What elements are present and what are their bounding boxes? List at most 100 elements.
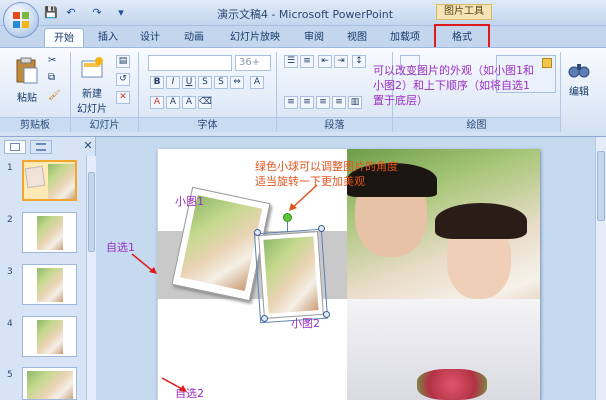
office-button[interactable] xyxy=(3,2,39,38)
annotation-line: 置于底层） xyxy=(373,94,428,107)
tab-view[interactable]: 视图 xyxy=(341,28,373,47)
annotation-line: 小图2）和上下顺序（如将自选1 xyxy=(373,79,530,92)
bold-icon[interactable]: B xyxy=(150,76,164,89)
numbering-icon[interactable]: ≡ xyxy=(300,55,314,68)
undo-icon[interactable]: ↶ xyxy=(64,6,78,20)
slide-canvas[interactable]: 绿色小球可以调整图片的角度 适当旋转一下更加美观 小图1 小图2 自选2 xyxy=(157,149,540,400)
annotation-format-note: 可以改变图片的外观（如小图1和 小图2）和上下顺序（如将自选1 置于底层） xyxy=(373,63,573,108)
save-icon[interactable]: 💾 xyxy=(44,6,58,20)
window-title: 演示文稿4 - Microsoft PowerPoint xyxy=(216,8,394,21)
close-panel-icon[interactable]: ✕ xyxy=(82,140,94,152)
tab-slideshow[interactable]: 幻灯片放映 xyxy=(225,28,285,47)
font-shrink-icon[interactable]: A xyxy=(182,96,196,109)
slide-number: 5 xyxy=(7,370,13,380)
align-right-icon[interactable]: ≡ xyxy=(316,96,330,109)
group-clipboard: 剪贴板 xyxy=(0,117,70,132)
group-paragraph: 段落 xyxy=(277,117,392,132)
thumb-photo xyxy=(37,268,63,302)
office-logo-icon xyxy=(13,12,29,28)
justify-icon[interactable]: ≡ xyxy=(332,96,346,109)
resize-handle[interactable] xyxy=(261,315,268,322)
rotate-handle-green[interactable] xyxy=(283,213,292,222)
tab-addins[interactable]: 加载项 xyxy=(385,28,425,47)
slides-tab-icon xyxy=(10,143,20,151)
copy-icon[interactable]: ⧉ xyxy=(48,72,60,84)
spacing-icon[interactable]: ⇔ xyxy=(230,76,244,89)
italic-icon[interactable]: I xyxy=(166,76,180,89)
bride-hair xyxy=(435,203,527,239)
thumb-photo xyxy=(48,164,75,199)
thumb-photo xyxy=(37,320,63,354)
slide-number: 2 xyxy=(7,215,13,225)
align-left-icon[interactable]: ≡ xyxy=(284,96,298,109)
slide-thumbnail-4[interactable] xyxy=(22,316,77,357)
slide-thumbnail-1[interactable] xyxy=(22,160,77,201)
outline-tab-icon xyxy=(36,143,46,151)
thumb-photo xyxy=(24,165,46,189)
arrow-icon xyxy=(289,184,318,211)
slide-thumbnail-2[interactable] xyxy=(22,212,77,253)
main-scrollbar[interactable] xyxy=(595,137,606,400)
paste-button[interactable]: 粘贴 xyxy=(12,55,42,113)
tab-animation[interactable]: 动画 xyxy=(178,28,210,47)
annotation-line: 绿色小球可以调整图片的角度 xyxy=(255,160,398,173)
annotation-line: 可以改变图片的外观（如小图1和 xyxy=(373,64,534,77)
paste-icon xyxy=(16,57,38,84)
group-font: 字体 xyxy=(139,117,276,132)
tab-insert[interactable]: 插入 xyxy=(92,28,124,47)
resize-handle[interactable] xyxy=(318,225,325,232)
thumb-photo xyxy=(27,371,73,399)
arrow-icon xyxy=(131,253,157,274)
slide-number: 1 xyxy=(7,163,13,173)
small-picture-1-image xyxy=(180,195,263,291)
new-slide-label-2: 幻灯片 xyxy=(77,104,107,115)
tab-review[interactable]: 审阅 xyxy=(298,28,330,47)
tab-home[interactable]: 开始 xyxy=(44,28,84,47)
strike-icon[interactable]: S xyxy=(198,76,212,89)
scroll-thumb[interactable] xyxy=(597,151,605,221)
slide-thumbnail-5[interactable] xyxy=(22,367,77,400)
format-painter-icon[interactable]: 🖌 xyxy=(48,90,61,102)
bullets-icon[interactable]: ☰ xyxy=(284,55,298,68)
indent-decrease-icon[interactable]: ⇤ xyxy=(318,55,332,68)
scroll-thumb[interactable] xyxy=(88,172,95,252)
tab-design[interactable]: 设计 xyxy=(134,28,166,47)
group-drawing: 绘图 xyxy=(393,117,560,132)
resize-handle[interactable] xyxy=(254,229,261,236)
slide-thumbnail-3[interactable] xyxy=(22,264,77,305)
delete-slide-icon[interactable]: ✕ xyxy=(116,91,130,104)
font-grow-icon[interactable]: A xyxy=(166,96,180,109)
clear-format-icon[interactable]: ⌫ xyxy=(198,96,212,109)
font-name-combo[interactable] xyxy=(148,55,232,71)
slide-number: 3 xyxy=(7,267,13,277)
new-slide-button[interactable]: 新建 幻灯片 xyxy=(74,55,110,115)
cut-icon[interactable]: ✂ xyxy=(48,55,60,67)
change-case-icon[interactable]: A xyxy=(250,76,264,89)
outline-tab[interactable] xyxy=(30,140,52,154)
customize-icon[interactable]: ▾ xyxy=(114,6,128,20)
resize-handle[interactable] xyxy=(323,311,330,318)
slides-tab[interactable] xyxy=(4,140,26,154)
redo-icon[interactable]: ↷ xyxy=(90,6,104,20)
columns-icon[interactable]: ▥ xyxy=(348,96,362,109)
label-small-picture-1: 小图1 xyxy=(175,195,204,208)
shadow-icon[interactable]: S xyxy=(214,76,228,89)
bouquet xyxy=(417,369,487,400)
font-size-combo[interactable]: 36+ xyxy=(235,55,271,71)
slide-panel-scrollbar[interactable] xyxy=(86,156,96,400)
label-small-picture-2: 小图2 xyxy=(291,317,320,330)
font-color-icon[interactable]: A xyxy=(150,96,164,109)
thumb-photo xyxy=(37,216,63,250)
selection-frame xyxy=(253,228,329,324)
indent-increase-icon[interactable]: ⇥ xyxy=(334,55,348,68)
paste-label: 粘贴 xyxy=(17,93,37,104)
reset-icon[interactable]: ↺ xyxy=(116,73,130,86)
group-slides: 幻灯片 xyxy=(71,117,138,132)
new-slide-label: 新建 xyxy=(82,89,102,100)
arrow-icon xyxy=(161,377,187,392)
align-center-icon[interactable]: ≡ xyxy=(300,96,314,109)
line-spacing-icon[interactable]: ↕ xyxy=(352,55,366,68)
picture-tools-label: 图片工具 xyxy=(436,4,492,20)
layout-icon[interactable]: ▤ xyxy=(116,55,130,68)
underline-icon[interactable]: U xyxy=(182,76,196,89)
